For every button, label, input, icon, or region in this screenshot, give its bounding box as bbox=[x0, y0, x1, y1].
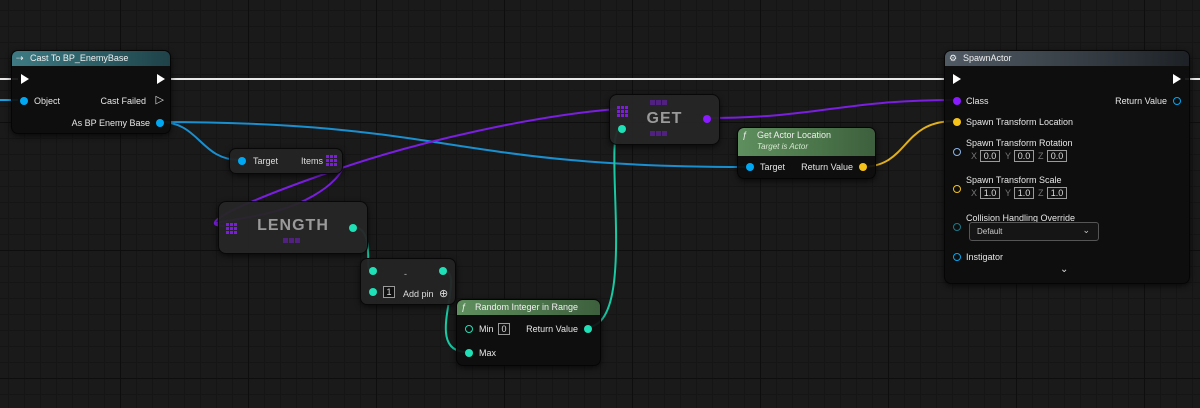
object-pin[interactable] bbox=[20, 97, 28, 105]
items-target-label: Target bbox=[253, 156, 279, 166]
spawn-scale-pin[interactable] bbox=[953, 185, 961, 193]
subtract-node[interactable]: - 1 Add pin ⊕ bbox=[360, 258, 456, 305]
spawn-location-label: Spawn Transform Location bbox=[966, 117, 1074, 127]
add-pin-icon[interactable]: ⊕ bbox=[439, 287, 448, 300]
random-return-label: Return Value bbox=[526, 324, 578, 334]
spawn-rotation-pin[interactable] bbox=[953, 148, 961, 156]
rot-z-label: Z bbox=[1038, 151, 1044, 161]
spawn-rotation-label: Spawn Transform Rotation bbox=[966, 138, 1073, 148]
add-pin-label[interactable]: Add pin bbox=[403, 289, 434, 299]
spawn-instigator-pin[interactable] bbox=[953, 253, 961, 261]
location-target-pin[interactable] bbox=[746, 163, 754, 171]
get-items-node[interactable]: Target Items bbox=[229, 148, 343, 174]
rot-z-box[interactable]: 0.0 bbox=[1047, 150, 1067, 162]
spawn-scale-label: Spawn Transform Scale bbox=[966, 175, 1062, 185]
get-watermark-icon bbox=[650, 100, 667, 105]
random-min-label: Min bbox=[479, 324, 494, 334]
random-int-header: ƒ Random Integer in Range bbox=[457, 300, 600, 315]
cast-node[interactable]: ⇢ Cast To BP_EnemyBase Object Cast Faile… bbox=[11, 50, 171, 134]
get-array-pin[interactable] bbox=[617, 106, 628, 117]
spawn-actor-title: SpawnActor bbox=[963, 53, 1012, 63]
get-out-pin[interactable] bbox=[703, 115, 711, 123]
spawn-icon: ⚙ bbox=[949, 53, 958, 63]
subtract-title: - bbox=[404, 269, 407, 279]
function-icon: ƒ bbox=[742, 130, 748, 140]
subtract-in-b-pin[interactable] bbox=[369, 288, 377, 296]
chevron-down-icon: ⌄ bbox=[1082, 225, 1090, 235]
collision-dropdown-value: Default bbox=[977, 227, 1003, 236]
length-watermark-icon bbox=[283, 238, 300, 243]
get-actor-location-header: ƒ Get Actor Location Target is Actor bbox=[738, 128, 875, 156]
length-node[interactable]: LENGTH bbox=[218, 201, 368, 254]
random-min-box[interactable]: 0 bbox=[498, 323, 510, 335]
exec-out-pin[interactable] bbox=[157, 74, 165, 84]
random-to-get-wire bbox=[586, 127, 622, 328]
rot-x-label: X bbox=[971, 151, 978, 161]
random-return-pin[interactable] bbox=[584, 325, 592, 333]
object-label: Object bbox=[34, 96, 61, 106]
cast-failed-label: Cast Failed bbox=[100, 96, 146, 106]
cast-node-header: ⇢ Cast To BP_EnemyBase bbox=[12, 51, 170, 66]
scale-z-label: Z bbox=[1038, 188, 1044, 198]
collision-dropdown[interactable]: Default ⌄ bbox=[969, 222, 1099, 241]
scale-x-label: X bbox=[971, 188, 978, 198]
get-actor-location-subtitle: Target is Actor bbox=[757, 142, 808, 151]
cast-failed-exec-pin[interactable]: ▷ bbox=[156, 93, 164, 106]
spawn-instigator-label: Instigator bbox=[966, 252, 1004, 262]
as-enemy-pin[interactable] bbox=[156, 119, 164, 127]
subtract-in-a-pin[interactable] bbox=[369, 267, 377, 275]
spawn-location-pin[interactable] bbox=[953, 118, 961, 126]
subtract-value-box[interactable]: 1 bbox=[383, 286, 395, 298]
as-enemy-label: As BP Enemy Base bbox=[71, 118, 150, 128]
get-watermark-icon-bottom bbox=[650, 131, 667, 136]
spawn-class-pin[interactable] bbox=[953, 97, 961, 105]
length-out-pin[interactable] bbox=[349, 224, 357, 232]
length-title: LENGTH bbox=[257, 217, 329, 234]
scale-z-box[interactable]: 1.0 bbox=[1047, 187, 1067, 199]
exec-in-pin[interactable] bbox=[21, 74, 29, 84]
spawn-exec-in-pin[interactable] bbox=[953, 74, 961, 84]
spawn-collision-pin[interactable] bbox=[953, 223, 961, 231]
spawn-return-pin[interactable] bbox=[1173, 97, 1181, 105]
length-array-pin[interactable] bbox=[226, 223, 237, 234]
spawn-exec-out-pin[interactable] bbox=[1173, 74, 1181, 84]
rot-y-label: Y bbox=[1005, 151, 1012, 161]
get-index-pin[interactable] bbox=[618, 125, 626, 133]
location-return-label: Return Value bbox=[801, 162, 853, 172]
spawn-actor-header: ⚙ SpawnActor bbox=[945, 51, 1189, 66]
random-max-pin[interactable] bbox=[465, 349, 473, 357]
enemy-to-target-wire bbox=[159, 121, 241, 161]
function-icon: ƒ bbox=[461, 302, 467, 312]
rot-x-box[interactable]: 0.0 bbox=[980, 150, 1000, 162]
get-actor-location-node[interactable]: ƒ Get Actor Location Target is Actor Tar… bbox=[737, 127, 876, 179]
random-min-pin[interactable] bbox=[465, 325, 473, 333]
spawn-return-label: Return Value bbox=[1115, 96, 1167, 106]
subtract-out-pin[interactable] bbox=[439, 267, 447, 275]
scale-x-box[interactable]: 1.0 bbox=[980, 187, 1000, 199]
scale-y-label: Y bbox=[1005, 188, 1012, 198]
cast-node-title: Cast To BP_EnemyBase bbox=[30, 53, 129, 63]
scale-y-box[interactable]: 1.0 bbox=[1014, 187, 1034, 199]
location-return-pin[interactable] bbox=[859, 163, 867, 171]
spawn-actor-node[interactable]: ⚙ SpawnActor Class Return Value Spawn Tr… bbox=[944, 50, 1190, 284]
get-node[interactable]: GET bbox=[609, 94, 720, 145]
location-target-label: Target bbox=[760, 162, 786, 172]
spawn-class-label: Class bbox=[966, 96, 989, 106]
rot-y-box[interactable]: 0.0 bbox=[1014, 150, 1034, 162]
expand-advanced-icon[interactable]: ⌄ bbox=[1060, 264, 1068, 275]
random-int-title: Random Integer in Range bbox=[475, 302, 579, 312]
items-target-pin[interactable] bbox=[238, 157, 246, 165]
items-array-pin[interactable] bbox=[326, 155, 337, 166]
random-int-node[interactable]: ƒ Random Integer in Range Min 0 Return V… bbox=[456, 299, 601, 366]
items-label: Items bbox=[301, 156, 324, 166]
get-to-class-wire bbox=[705, 99, 956, 119]
cast-arrow-icon: ⇢ bbox=[16, 53, 24, 63]
random-max-label: Max bbox=[479, 348, 497, 358]
